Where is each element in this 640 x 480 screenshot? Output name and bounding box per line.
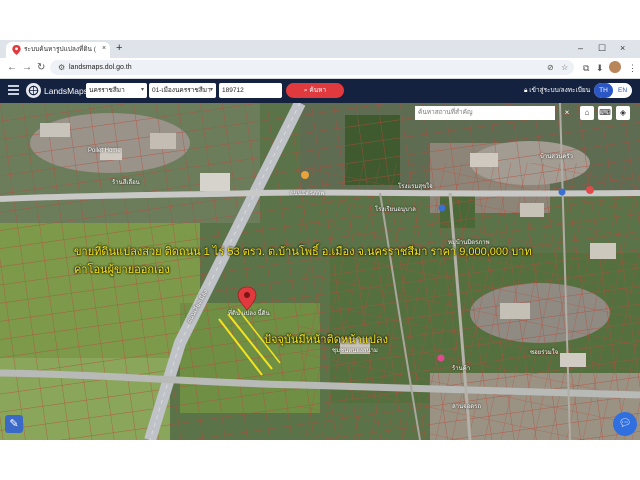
reload-icon[interactable]: ↻ [37, 61, 45, 75]
site-info-icon[interactable]: ⚙ [58, 61, 65, 74]
profile-avatar[interactable] [609, 61, 621, 73]
map-label: ร้านค้า [452, 366, 471, 372]
parcel-number-value: 189712 [222, 87, 244, 94]
login-link[interactable]: 🔒︎ เข้าสู่ระบบ/ลงทะเบียน [524, 85, 590, 97]
chat-icon[interactable]: 💬︎ [613, 412, 637, 436]
language-toggle: TH EN [594, 83, 632, 98]
back-icon[interactable]: ← [7, 61, 17, 75]
keyboard-icon[interactable]: ⌨ [598, 106, 612, 120]
tab-title: ระบบค้นหารูปแปลงที่ดิน (LandsMaps) [24, 46, 96, 53]
search-button-label: ค้นหา [309, 87, 327, 94]
eye-off-icon[interactable]: ⊘ [547, 61, 554, 74]
map-pin-favicon-icon [12, 45, 21, 55]
tab-close-icon[interactable]: × [102, 43, 106, 55]
map-label: Pollet Home [88, 148, 121, 154]
browser-tab-strip: ระบบค้นหารูปแปลงที่ดิน (LandsMaps) × + –… [0, 40, 640, 58]
app-name: LandsMaps [44, 86, 88, 96]
bookmark-star-icon[interactable]: ☆ [561, 61, 568, 74]
listing-overlay-line1: ขายที่ดินแปลงสวย ติดถนน 1 ไร่ 53 ตรว. ต.… [74, 246, 532, 258]
url-text: landsmaps.dol.go.th [69, 64, 132, 71]
map-canvas[interactable]: ค้นหาสถานที่สำคัญ × ⌂ ⌨ ◈ Pollet Home ร้… [0, 103, 640, 440]
parcel-label: ที่ดิน แปลง นี้ดิน [228, 311, 270, 317]
district-value: 01-เมืองนครราชสีมา [152, 87, 211, 94]
map-label: โรงแรมสุขใจ [398, 184, 433, 190]
map-label: ร้านสีเลื่อน [112, 180, 140, 186]
downloads-icon[interactable]: ⬇ [596, 61, 604, 75]
extensions-icon[interactable]: ⧉ [583, 61, 589, 75]
province-value: นครราชสีมา [89, 87, 125, 94]
search-icon: ⌕ [303, 87, 308, 94]
map-label: ชุมชนหนองสนาม [332, 348, 378, 354]
close-window-icon[interactable]: × [620, 41, 625, 55]
tools-icon[interactable]: ✎ [5, 415, 23, 433]
province-select[interactable]: นครราชสีมา ▾ [86, 83, 147, 98]
browser-menu-icon[interactable]: ⋮ [628, 61, 637, 75]
lang-en-button[interactable]: EN [613, 83, 632, 98]
lang-th-button[interactable]: TH [594, 83, 613, 98]
chevron-down-icon: ▾ [140, 87, 144, 93]
layers-icon[interactable]: ◈ [616, 106, 630, 120]
home-icon[interactable]: ⌂ [580, 106, 594, 120]
lock-icon: 🔒︎ [524, 87, 528, 94]
map-label: ซอยร่วมใจ [530, 350, 559, 356]
landsmaps-logo [26, 83, 41, 98]
map-label: บ้านสวนครัว [540, 154, 574, 160]
hamburger-menu-icon[interactable] [8, 85, 19, 95]
chevron-down-icon: ▾ [209, 87, 213, 93]
browser-tab[interactable]: ระบบค้นหารูปแปลงที่ดิน (LandsMaps) × [6, 42, 110, 58]
listing-overlay-line2: ค่าโอนผู้ขายออกเอง [74, 264, 170, 276]
app-header: LandsMaps นครราชสีมา ▾ 01-เมืองนครราชสีม… [0, 79, 640, 103]
listing-overlay-note: ปัจจุบันมีหน้าติดหน้าแปลง [264, 334, 388, 346]
district-select[interactable]: 01-เมืองนครราชสีมา ▾ [149, 83, 216, 98]
close-search-icon[interactable]: × [560, 106, 574, 120]
map-label: ลานจอดรถ [452, 404, 482, 410]
minimize-icon[interactable]: – [578, 41, 583, 55]
parcel-number-input[interactable]: 189712 [219, 83, 282, 98]
search-button[interactable]: ⌕ ค้นหา [286, 83, 344, 98]
forward-icon[interactable]: → [22, 61, 32, 75]
map-label: ถนนมิตรภาพ [290, 191, 325, 197]
maximize-icon[interactable]: ☐ [598, 41, 606, 55]
new-tab-button[interactable]: + [116, 42, 122, 54]
place-search-input[interactable]: ค้นหาสถานที่สำคัญ [415, 106, 555, 120]
login-label: เข้าสู่ระบบ/ลงทะเบียน [529, 87, 591, 94]
browser-toolbar: ← → ↻ ⚙ landsmaps.dol.go.th ⊘ ☆ ⧉ ⬇ ⋮ [0, 58, 640, 79]
map-label: โรงเรียนอนุบาล [375, 207, 416, 213]
address-bar[interactable]: ⚙ landsmaps.dol.go.th ⊘ ☆ [50, 60, 574, 75]
